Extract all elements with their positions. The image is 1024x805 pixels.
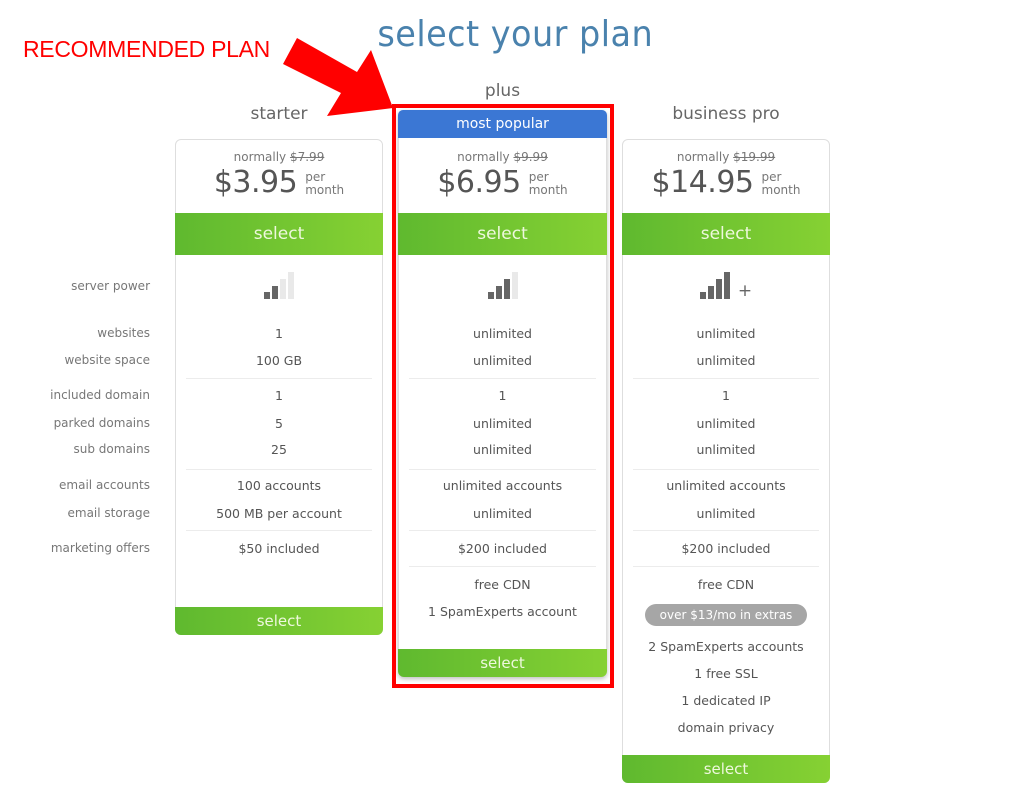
cell-email-accounts: unlimited accounts [666,478,786,493]
divider [633,566,819,567]
plan-card-starter: normally $7.99 $3.95 per month select 1 … [175,139,383,635]
cell-website-space: 100 GB [255,353,303,368]
cell-parked-domains: unlimited [696,416,756,431]
period-label: month [761,183,801,197]
feature-label-parked-domains: parked domains [53,416,150,430]
divider [633,469,819,470]
feature-label-websites: websites [97,326,150,340]
recommended-highlight-box [392,104,614,688]
normal-price-line: normally $19.99 [623,150,829,164]
plan-name-business-pro: business pro [672,104,780,124]
cell-websites: unlimited [696,326,756,341]
cell-sub-domains: unlimited [696,442,756,457]
per-label: per [305,170,326,184]
normal-price: $19.99 [733,150,776,164]
normal-price: $7.99 [289,150,325,164]
cell-extra: free CDN [697,577,755,592]
cell-websites: 1 [275,326,283,341]
recommended-plan-label: RECOMMENDED PLAN [23,36,270,62]
select-button-bottom-business-pro[interactable]: select [622,755,830,783]
select-button-bottom-starter[interactable]: select [175,607,383,635]
feature-label-marketing-offers: marketing offers [50,541,150,555]
feature-label-website-space: website space [64,353,150,367]
cell-extra: 1 dedicated IP [681,693,771,708]
plus-icon: + [737,281,753,301]
select-button-top-business-pro[interactable]: select [622,213,830,255]
extras-value-badge: over $13/mo in extras [645,604,807,626]
page-title-text: select your plan [377,14,653,55]
server-power-icon [176,272,382,299]
cell-website-space: unlimited [696,353,756,368]
per-label: per [761,170,782,184]
feature-label-server-power: server power [71,279,150,293]
price: $14.95 [651,165,754,200]
cell-marketing-offers: $50 included [238,541,320,556]
divider [186,530,372,531]
cell-email-accounts: 100 accounts [236,478,322,493]
period-label: month [305,183,345,197]
price-period: per month [305,171,344,197]
feature-label-sub-domains: sub domains [73,442,150,456]
divider [186,378,372,379]
cell-included-domain: 1 [275,388,283,403]
cell-marketing-offers: $200 included [681,541,771,556]
divider [633,378,819,379]
cell-email-storage: 500 MB per account [216,506,342,521]
plan-card-business-pro: normally $19.99 $14.95 per month select … [622,139,830,783]
plan-name-plus: plus [484,81,521,101]
cell-email-storage: unlimited [696,506,756,521]
server-power-icon: + [623,272,829,301]
plan-name-starter: starter [250,104,308,124]
price-block: $14.95 per month [623,165,829,200]
feature-label-email-storage: email storage [67,506,151,520]
divider [633,530,819,531]
divider [186,469,372,470]
normal-price-line: normally $7.99 [176,150,382,164]
cell-sub-domains: 25 [271,442,287,457]
cell-parked-domains: 5 [275,416,283,431]
cell-extra: 1 free SSL [694,666,758,681]
normally-label: normally [676,150,730,164]
normally-label: normally [233,150,287,164]
price-block: $3.95 per month [176,165,382,200]
cell-extra: domain privacy [677,720,775,735]
price: $3.95 [213,165,298,200]
feature-label-email-accounts: email accounts [59,478,150,492]
price-period: per month [762,171,801,197]
cell-included-domain: 1 [722,388,730,403]
cell-extra: 2 SpamExperts accounts [648,639,804,654]
feature-label-included-domain: included domain [50,388,150,402]
select-button-top-starter[interactable]: select [175,213,383,255]
